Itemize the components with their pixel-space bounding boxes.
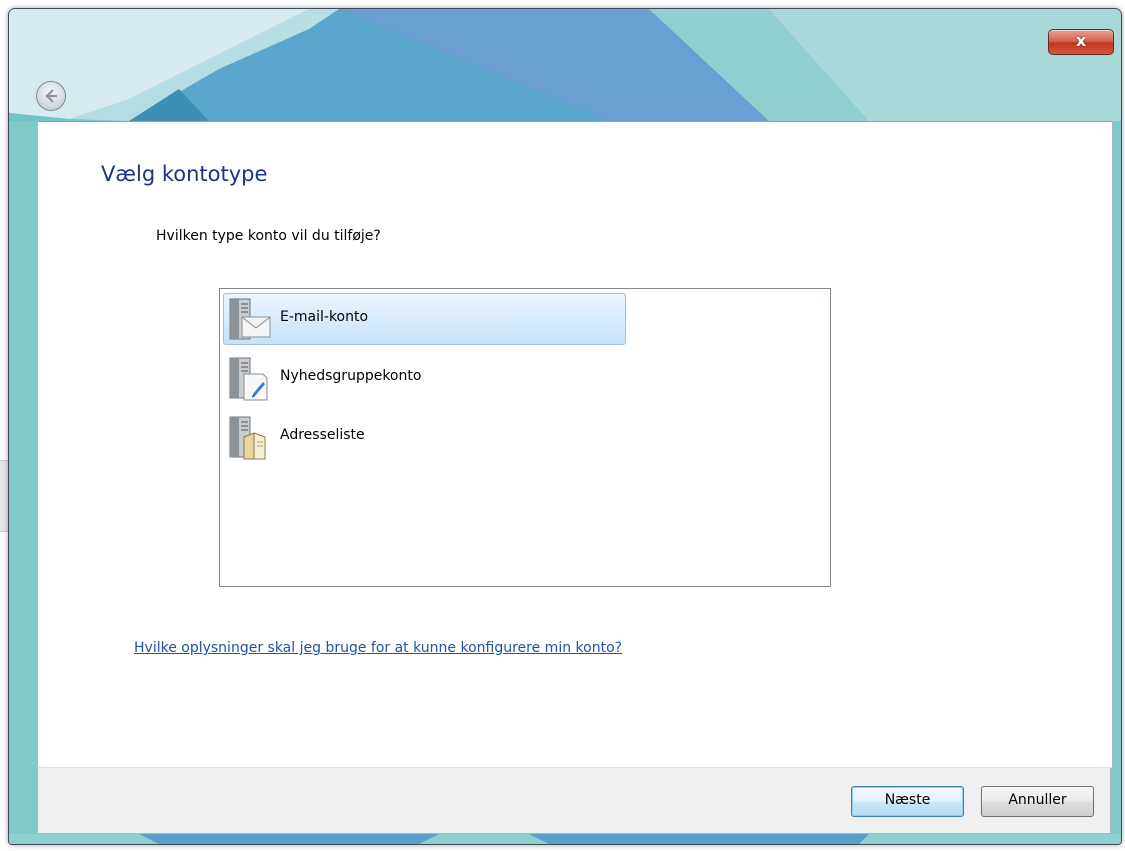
question-label: Hvilken type konto vil du tilføje?: [156, 228, 381, 244]
address-book-server-icon: [229, 416, 266, 460]
list-item-label: Adresseliste: [280, 427, 365, 443]
dialog-footer: Næste Annuller: [37, 767, 1111, 834]
account-type-list[interactable]: E-mail-konto Nyhedsgruppekonto Adresseli…: [219, 288, 831, 587]
mail-server-icon: [229, 298, 271, 340]
close-button[interactable]: x: [1048, 29, 1114, 55]
dialog-window: x Vælg kontotype Hvilken type konto vil …: [8, 8, 1122, 845]
newsgroup-server-icon: [229, 357, 268, 401]
list-item-label: E-mail-konto: [280, 309, 369, 325]
help-link[interactable]: Hvilke oplysninger skal jeg bruge for at…: [134, 640, 622, 656]
list-item-label: Nyhedsgruppekonto: [280, 368, 422, 384]
dialog-content: Vælg kontotype Hvilken type konto vil du…: [37, 121, 1113, 768]
list-item-email-account[interactable]: E-mail-konto: [223, 293, 626, 345]
list-item-newsgroup-account[interactable]: Nyhedsgruppekonto: [223, 352, 626, 404]
back-arrow-icon: [45, 89, 57, 103]
page-title: Vælg kontotype: [101, 162, 268, 186]
close-icon: x: [1075, 31, 1087, 50]
list-item-address-list[interactable]: Adresseliste: [223, 411, 626, 463]
back-button[interactable]: [36, 81, 66, 111]
cancel-button[interactable]: Annuller: [981, 786, 1094, 817]
next-button[interactable]: Næste: [851, 786, 964, 817]
